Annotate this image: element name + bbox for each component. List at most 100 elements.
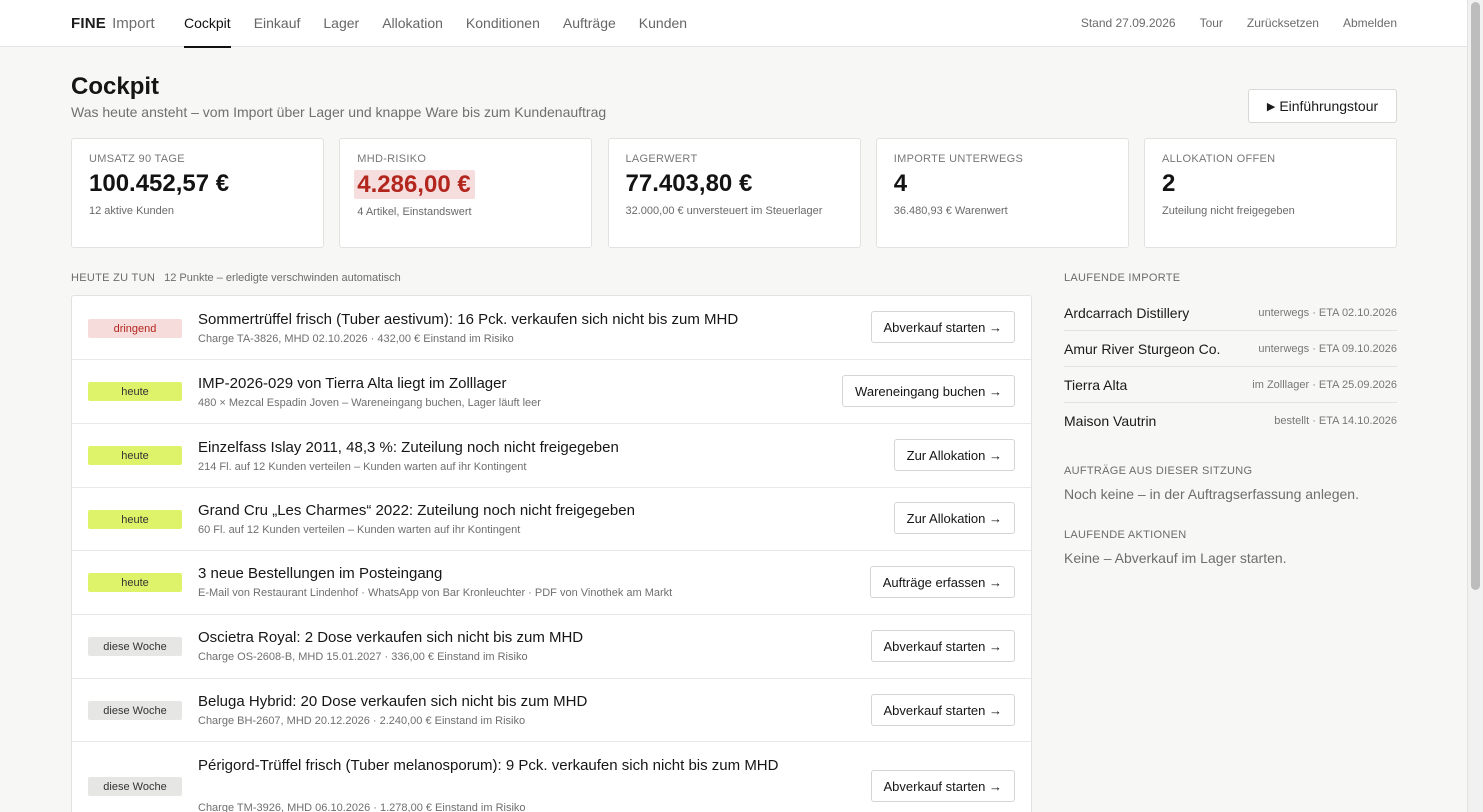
page-subtitle: Was heute ansteht – vom Import über Lage… bbox=[71, 104, 607, 120]
todo-detail: 480 × Mezcal Espadin Joven – Wareneingan… bbox=[198, 397, 541, 409]
brand-logo[interactable]: FINE Import bbox=[71, 15, 155, 32]
orders-caption: Aufträge aus dieser Sitzung bbox=[1064, 465, 1253, 477]
import-supplier: Maison Vautrin bbox=[1064, 413, 1157, 429]
todo-list: dringend Sommertrüffel frisch (Tuber aes… bbox=[71, 295, 1032, 812]
nav-auftraege[interactable]: Aufträge bbox=[563, 0, 616, 47]
kpi-value: 77.403,80 € bbox=[625, 170, 753, 197]
brand-strong: FINE bbox=[71, 15, 106, 32]
import-status: bestellt · ETA 14.10.2026 bbox=[1274, 415, 1397, 427]
reset-link[interactable]: Zurücksetzen bbox=[1247, 16, 1319, 30]
kpi-label: Allokation offen bbox=[1162, 153, 1276, 165]
nav-lager[interactable]: Lager bbox=[323, 0, 359, 47]
logout-link[interactable]: Abmelden bbox=[1343, 16, 1397, 30]
todo-detail: 214 Fl. auf 12 Kunden verteilen – Kunden… bbox=[198, 461, 527, 473]
todo-title: Beluga Hybrid: 20 Dose verkaufen sich ni… bbox=[198, 693, 588, 710]
todo-title: Grand Cru „Les Charmes“ 2022: Zuteilung … bbox=[198, 502, 635, 519]
kpi-label: Lagerwert bbox=[625, 153, 698, 165]
imports-caption: Laufende Importe bbox=[1064, 272, 1181, 284]
import-row[interactable]: Tierra Alta im Zolllager · ETA 25.09.202… bbox=[1064, 367, 1397, 403]
todo-header: Heute zu tun 12 Punkte – erledigte versc… bbox=[71, 272, 401, 284]
todo-detail: 60 Fl. auf 12 Kunden verteilen – Kunden … bbox=[198, 524, 521, 536]
nav-cockpit[interactable]: Cockpit bbox=[184, 0, 231, 48]
todo-detail: Charge TA-3826, MHD 02.10.2026 · 432,00 … bbox=[198, 333, 514, 345]
todo-caption: Heute zu tun bbox=[71, 272, 156, 284]
todo-detail: Charge BH-2607, MHD 20.12.2026 · 2.240,0… bbox=[198, 715, 526, 727]
priority-badge: diese Woche bbox=[88, 701, 182, 720]
kpi-note: 36.480,93 € Warenwert bbox=[893, 205, 1008, 217]
kpi-label: Importe unterwegs bbox=[893, 153, 1024, 165]
todo-row: heute Einzelfass Islay 2011, 48,3 %: Zut… bbox=[72, 424, 1031, 488]
import-status: unterwegs · ETA 02.10.2026 bbox=[1258, 306, 1397, 319]
kpi-note: 12 aktive Kunden bbox=[89, 205, 175, 217]
import-supplier: Amur River Sturgeon Co. bbox=[1064, 340, 1221, 357]
abverkauf-button[interactable]: Abverkauf starten → bbox=[870, 770, 1015, 802]
kpi-value: 4 bbox=[893, 170, 908, 197]
top-right-menu: Stand 27.09.2026 Tour Zurücksetzen Abmel… bbox=[1057, 16, 1397, 30]
todo-title: IMP-2026-029 von Tierra Alta liegt im Zo… bbox=[198, 375, 507, 392]
nav-einkauf[interactable]: Einkauf bbox=[254, 0, 301, 47]
brand-light: Import bbox=[112, 15, 155, 32]
kpi-card-umsatz: Umsatz 90 Tage 100.452,57 € 12 aktive Ku… bbox=[71, 138, 324, 248]
import-row[interactable]: Amur River Sturgeon Co. unterwegs · ETA … bbox=[1064, 331, 1397, 367]
wareneingang-button[interactable]: Wareneingang buchen → bbox=[842, 375, 1015, 407]
import-supplier: Tierra Alta bbox=[1064, 376, 1128, 393]
kpi-value: 4.286,00 € bbox=[354, 170, 475, 199]
todo-row: heute IMP-2026-029 von Tierra Alta liegt… bbox=[72, 360, 1031, 424]
main-nav: Cockpit Einkauf Lager Allokation Konditi… bbox=[184, 0, 710, 48]
todo-title: Sommertrüffel frisch (Tuber aestivum): 1… bbox=[198, 311, 739, 328]
priority-badge: heute bbox=[88, 573, 182, 592]
kpi-value: 2 bbox=[1162, 170, 1176, 197]
todo-row: dringend Sommertrüffel frisch (Tuber aes… bbox=[72, 296, 1031, 360]
todo-hint: 12 Punkte – erledigte verschwinden autom… bbox=[164, 272, 401, 284]
todo-title: Oscietra Royal: 2 Dose verkaufen sich ni… bbox=[198, 629, 584, 646]
kpi-card-mhd-risiko: MHD-Risiko 4.286,00 € 4 Artikel, Einstan… bbox=[339, 138, 593, 248]
todo-title: 3 neue Bestellungen im Posteingang bbox=[198, 565, 443, 582]
kpi-value: 100.452,57 € bbox=[89, 170, 230, 197]
todo-row: heute Grand Cru „Les Charmes“ 2022: Zute… bbox=[72, 488, 1031, 551]
allokation-button[interactable]: Zur Allokation → bbox=[893, 502, 1015, 534]
kpi-cards: Umsatz 90 Tage 100.452,57 € 12 aktive Ku… bbox=[71, 138, 1397, 248]
kpi-card-allokation: Allokation offen 2 Zuteilung nicht freig… bbox=[1144, 138, 1397, 248]
kpi-note: 32.000,00 € unversteuert im Steuerlager bbox=[625, 205, 823, 217]
priority-badge: heute bbox=[88, 446, 182, 465]
priority-badge: heute bbox=[88, 382, 182, 401]
import-row[interactable]: Maison Vautrin bestellt · ETA 14.10.2026 bbox=[1064, 403, 1397, 439]
import-status: unterwegs · ETA 09.10.2026 bbox=[1258, 342, 1397, 355]
todo-detail: E-Mail von Restaurant Lindenhof · WhatsA… bbox=[198, 587, 673, 599]
todo-row: diese Woche Périgord-Trüffel frisch (Tub… bbox=[72, 742, 1031, 812]
stand-date: Stand 27.09.2026 bbox=[1080, 16, 1176, 30]
side-panel: Laufende Importe Ardcarrach Distillery u… bbox=[1064, 272, 1397, 566]
priority-badge: diese Woche bbox=[88, 777, 182, 796]
abverkauf-button[interactable]: Abverkauf starten → bbox=[870, 311, 1015, 343]
kpi-label: Umsatz 90 Tage bbox=[89, 153, 185, 165]
intro-tour-button[interactable]: ▶ Einführungstour bbox=[1248, 89, 1397, 123]
tour-link[interactable]: Tour bbox=[1200, 16, 1223, 30]
kpi-card-importe: Importe unterwegs 4 36.480,93 € Warenwer… bbox=[875, 138, 1129, 248]
nav-konditionen[interactable]: Konditionen bbox=[466, 0, 540, 47]
priority-badge: heute bbox=[88, 510, 182, 529]
intro-tour-label: Einführungstour bbox=[1279, 98, 1379, 114]
todo-detail: Charge OS-2608-B, MHD 15.01.2027 · 336,0… bbox=[198, 651, 528, 663]
page-title: Cockpit bbox=[71, 73, 160, 100]
nav-allokation[interactable]: Allokation bbox=[382, 0, 443, 47]
todo-title: Einzelfass Islay 2011, 48,3 %: Zuteilung… bbox=[198, 439, 619, 456]
allokation-button[interactable]: Zur Allokation → bbox=[893, 439, 1015, 471]
orders-empty-text: Noch keine – in der Auftragserfassung an… bbox=[1064, 486, 1359, 502]
top-bar: FINE Import Cockpit Einkauf Lager Alloka… bbox=[0, 0, 1467, 48]
import-row[interactable]: Ardcarrach Distillery unterwegs · ETA 02… bbox=[1064, 295, 1397, 331]
abverkauf-button[interactable]: Abverkauf starten → bbox=[870, 630, 1015, 662]
nav-kunden[interactable]: Kunden bbox=[639, 0, 687, 47]
kpi-note: 4 Artikel, Einstandswert bbox=[357, 206, 472, 218]
todo-title: Périgord-Trüffel frisch (Tuber melanospo… bbox=[198, 757, 779, 774]
actions-caption: Laufende Aktionen bbox=[1064, 529, 1187, 541]
kpi-label: MHD-Risiko bbox=[357, 153, 427, 165]
play-icon: ▶ bbox=[1266, 100, 1276, 113]
todo-detail: Charge TM-3926, MHD 06.10.2026 · 1.278,0… bbox=[198, 802, 526, 812]
kpi-note: Zuteilung nicht freigegeben bbox=[1162, 205, 1295, 217]
page-scrollbar[interactable] bbox=[1467, 0, 1483, 812]
abverkauf-button[interactable]: Abverkauf starten → bbox=[870, 694, 1015, 726]
import-supplier: Ardcarrach Distillery bbox=[1064, 304, 1190, 321]
auftraege-button[interactable]: Aufträge erfassen → bbox=[869, 566, 1015, 598]
actions-empty-text: Keine – Abverkauf im Lager starten. bbox=[1064, 550, 1287, 566]
scrollbar-thumb[interactable] bbox=[1471, 2, 1480, 590]
